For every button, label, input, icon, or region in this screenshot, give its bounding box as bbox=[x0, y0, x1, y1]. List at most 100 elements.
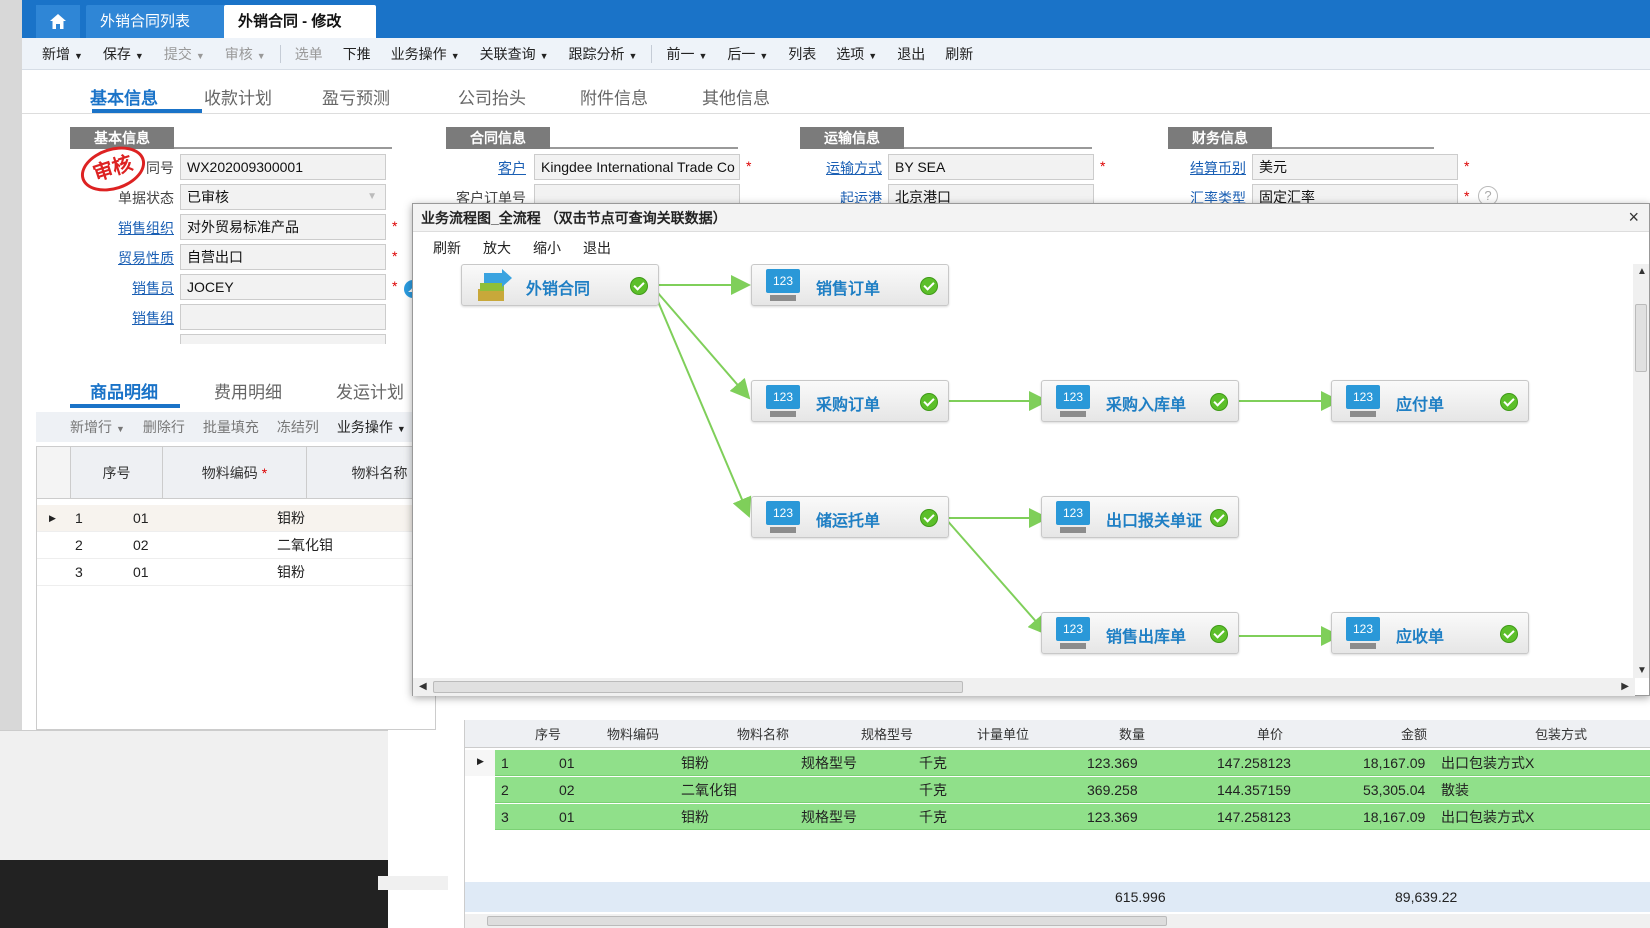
grid-business-ops-button[interactable]: 业务操作 ▼ bbox=[328, 417, 415, 437]
save-button[interactable]: 保存 ▼ bbox=[93, 44, 154, 64]
tab-attachments[interactable]: 附件信息 bbox=[580, 84, 648, 109]
required-marker: * bbox=[746, 158, 752, 174]
related-query-button[interactable]: 关联查询 ▼ bbox=[470, 44, 559, 64]
flow-node-customs-doc[interactable]: 123 出口报关单证 bbox=[1041, 496, 1239, 538]
scrollbar-thumb[interactable] bbox=[487, 916, 1167, 926]
flow-node-sales-order[interactable]: 123 销售订单 bbox=[751, 264, 949, 306]
grid-totals-row: 615.996 89,639.22 bbox=[465, 882, 1650, 912]
column-header-no[interactable]: 序号 bbox=[71, 447, 163, 499]
tab-contract-edit[interactable]: 外销合同 - 修改× bbox=[224, 5, 376, 63]
scroll-up-icon[interactable]: ▲ bbox=[1637, 266, 1647, 277]
table-row[interactable]: 1 01 钼粉 规格型号 千克 123.369 147.258123 18,16… bbox=[495, 750, 1650, 776]
track-analysis-button[interactable]: 跟踪分析 ▼ bbox=[559, 44, 648, 64]
currency-label[interactable]: 结算币别 bbox=[1160, 158, 1246, 178]
sales-group-label[interactable]: 销售组 bbox=[100, 308, 174, 328]
grid-horizontal-scrollbar[interactable] bbox=[465, 914, 1650, 928]
flow-node-receivable[interactable]: 123 应收单 bbox=[1331, 612, 1529, 654]
exit-button[interactable]: 退出 bbox=[887, 44, 935, 64]
zoom-out-button[interactable]: 缩小 bbox=[533, 238, 561, 258]
column-header-price[interactable]: 单价 bbox=[1257, 724, 1283, 743]
column-header-unit[interactable]: 计量单位 bbox=[977, 724, 1029, 743]
cell-code: 01 bbox=[133, 564, 149, 580]
flow-horizontal-scrollbar[interactable]: ◀ ▶ bbox=[413, 678, 1635, 696]
flow-node-export-contract[interactable]: 外销合同 bbox=[461, 264, 659, 306]
push-down-button[interactable]: 下推 bbox=[333, 44, 381, 64]
tab-item-details[interactable]: 商品明细 bbox=[90, 378, 158, 403]
options-button[interactable]: 选项 ▼ bbox=[826, 44, 887, 64]
tab-label: 外销合同 - 修改 bbox=[238, 13, 342, 30]
scroll-left-icon[interactable]: ◀ bbox=[419, 681, 427, 692]
tab-expense-details[interactable]: 费用明细 bbox=[214, 378, 282, 403]
shipping-method-field[interactable]: BY SEA bbox=[888, 154, 1094, 180]
close-icon[interactable]: × bbox=[1628, 207, 1639, 228]
column-header-qty[interactable]: 数量 bbox=[1119, 724, 1145, 743]
flow-node-purchase-receipt[interactable]: 123 采购入库单 bbox=[1041, 380, 1239, 422]
shipping-method-label[interactable]: 运输方式 bbox=[800, 158, 882, 178]
trade-type-label[interactable]: 贸易性质 bbox=[100, 248, 174, 268]
bill-icon: 123 bbox=[1056, 501, 1092, 535]
submit-button[interactable]: 提交 ▼ bbox=[154, 44, 215, 64]
sales-org-field[interactable]: 对外贸易标准产品 bbox=[180, 214, 386, 240]
flow-node-shipping-order[interactable]: 123 储运托单 bbox=[751, 496, 949, 538]
refresh-button[interactable]: 刷新 bbox=[935, 44, 983, 64]
customer-field[interactable]: Kingdee International Trade Co bbox=[534, 154, 740, 180]
delete-row-button[interactable]: 删除行 bbox=[134, 417, 194, 437]
column-header-name[interactable]: 物料名称 bbox=[737, 724, 789, 743]
flow-canvas[interactable]: 外销合同 123 销售订单 123 采购订单 123 采购入库单 123 应付单… bbox=[413, 264, 1635, 678]
sales-dept-field[interactable] bbox=[180, 334, 386, 344]
flow-vertical-scrollbar[interactable]: ▲ ▼ bbox=[1633, 264, 1649, 678]
scroll-right-icon[interactable]: ▶ bbox=[1621, 681, 1629, 692]
tab-contract-list[interactable]: 外销合同列表 bbox=[86, 5, 236, 38]
column-header-no[interactable]: 序号 bbox=[535, 724, 561, 743]
column-header-code[interactable]: 物料编码 bbox=[607, 724, 659, 743]
sales-org-label[interactable]: 销售组织 bbox=[100, 218, 174, 238]
left-grid-horizontal-scrollbar[interactable] bbox=[378, 876, 448, 890]
scroll-down-icon[interactable]: ▼ bbox=[1637, 665, 1647, 676]
table-row[interactable]: ▶ 1 01 钼粉 bbox=[37, 505, 437, 532]
zoom-in-button[interactable]: 放大 bbox=[483, 238, 511, 258]
batch-fill-button[interactable]: 批量填充 bbox=[194, 417, 268, 437]
flow-exit-button[interactable]: 退出 bbox=[583, 238, 611, 258]
contract-no-field[interactable]: WX202009300001 bbox=[180, 154, 386, 180]
currency-field[interactable]: 美元 bbox=[1252, 154, 1458, 180]
tab-profit-forecast[interactable]: 盈亏预测 bbox=[322, 84, 390, 109]
next-button[interactable]: 后一 ▼ bbox=[717, 44, 778, 64]
scrollbar-thumb[interactable] bbox=[1635, 304, 1647, 372]
business-ops-button[interactable]: 业务操作 ▼ bbox=[381, 44, 470, 64]
column-header-packing[interactable]: 包装方式 bbox=[1535, 724, 1587, 743]
table-row[interactable]: 3 01 钼粉 bbox=[37, 559, 437, 586]
flow-refresh-button[interactable]: 刷新 bbox=[433, 238, 461, 258]
tab-basic-info[interactable]: 基本信息 bbox=[90, 84, 158, 109]
status-select[interactable]: 已审核 ▼ bbox=[180, 184, 386, 210]
list-button[interactable]: 列表 bbox=[778, 44, 826, 64]
column-header-code[interactable]: 物料编码 * bbox=[163, 447, 307, 499]
freeze-column-button[interactable]: 冻结列 bbox=[268, 417, 328, 437]
scrollbar-thumb[interactable] bbox=[433, 681, 963, 693]
table-row[interactable]: 2 02 二氧化钼 bbox=[37, 532, 437, 559]
trade-type-field[interactable]: 自营出口 bbox=[180, 244, 386, 270]
table-row[interactable]: 2 02 二氧化钼 千克 369.258 144.357159 53,305.0… bbox=[495, 777, 1650, 803]
tab-payment-plan[interactable]: 收款计划 bbox=[204, 84, 272, 109]
flow-node-purchase-order[interactable]: 123 采购订单 bbox=[751, 380, 949, 422]
previous-button[interactable]: 前一 ▼ bbox=[656, 44, 717, 64]
salesman-label[interactable]: 销售员 bbox=[100, 278, 174, 298]
customer-label[interactable]: 客户 bbox=[470, 158, 526, 178]
select-bill-button[interactable]: 选单 bbox=[285, 44, 333, 64]
home-tab[interactable] bbox=[36, 5, 80, 38]
audit-button[interactable]: 审核 ▼ bbox=[215, 44, 276, 64]
flow-node-sales-delivery[interactable]: 123 销售出库单 bbox=[1041, 612, 1239, 654]
salesman-field[interactable]: JOCEY bbox=[180, 274, 386, 300]
tab-company-header[interactable]: 公司抬头 bbox=[458, 84, 526, 109]
tab-other-info[interactable]: 其他信息 bbox=[702, 84, 770, 109]
sales-group-field[interactable] bbox=[180, 304, 386, 330]
window-tab-bar: 外销合同列表 外销合同 - 修改× bbox=[22, 0, 1650, 63]
chevron-down-icon: ▼ bbox=[698, 50, 708, 61]
new-button[interactable]: 新增 ▼ bbox=[32, 44, 93, 64]
flow-node-payable[interactable]: 123 应付单 bbox=[1331, 380, 1529, 422]
column-header-amount[interactable]: 金额 bbox=[1401, 724, 1427, 743]
column-header-spec[interactable]: 规格型号 bbox=[861, 724, 913, 743]
cell-qty: 369.258 bbox=[1087, 782, 1138, 798]
tab-shipment-plan[interactable]: 发运计划 bbox=[336, 378, 404, 403]
table-row[interactable]: 3 01 钼粉 规格型号 千克 123.369 147.258123 18,16… bbox=[495, 804, 1650, 830]
add-row-button[interactable]: 新增行 ▼ bbox=[36, 417, 134, 437]
